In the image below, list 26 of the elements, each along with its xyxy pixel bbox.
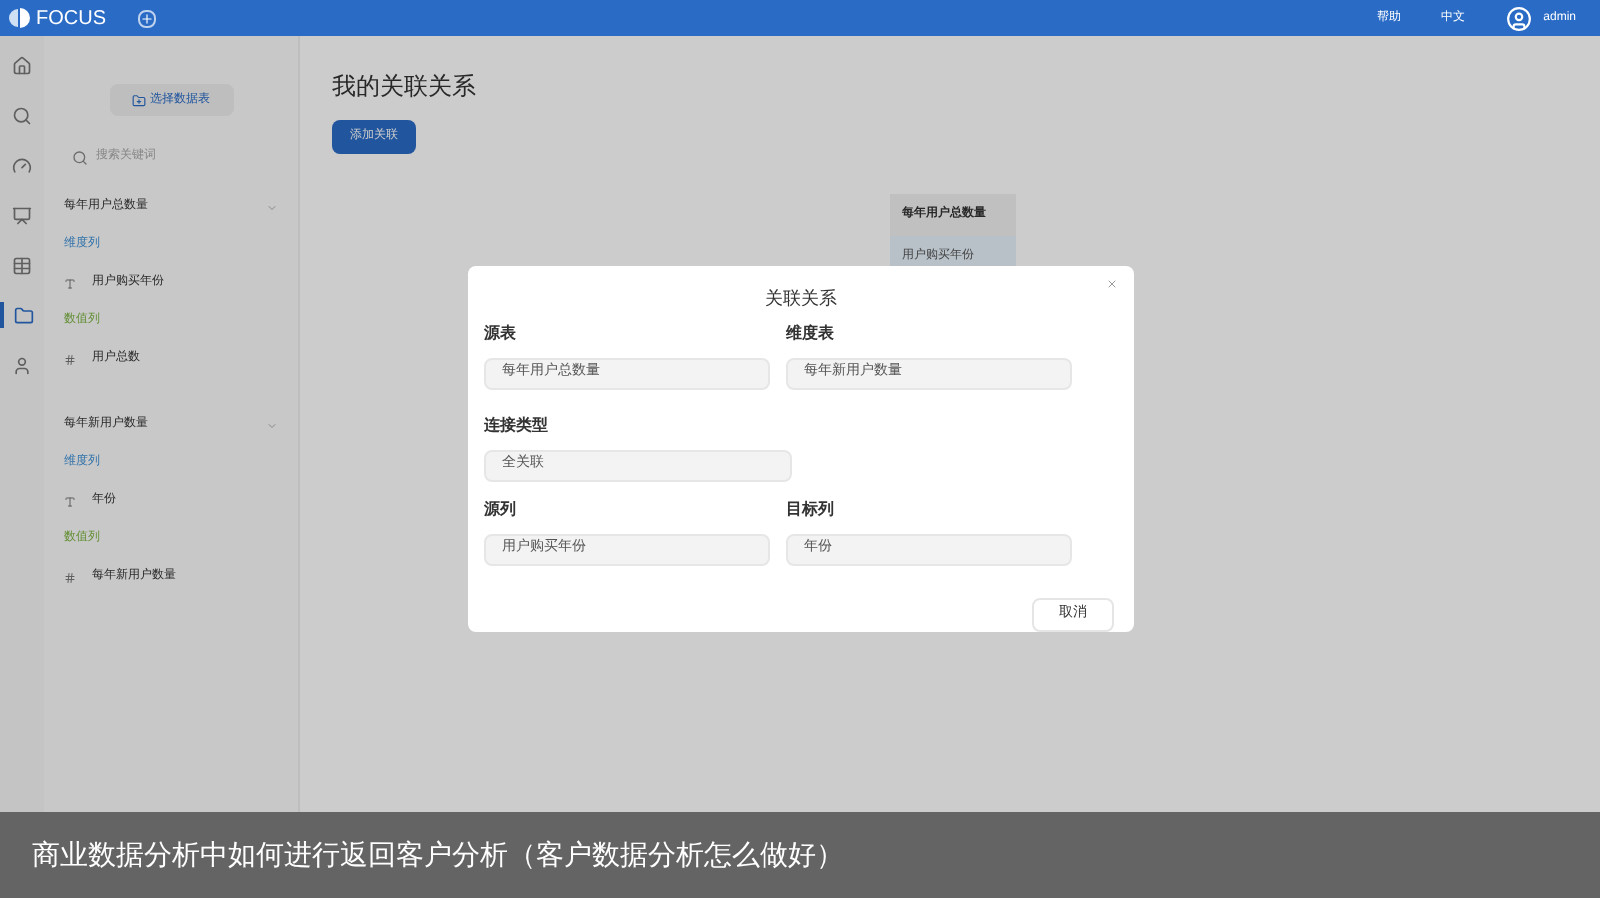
- add-tab-icon[interactable]: [138, 9, 156, 27]
- close-icon[interactable]: [1106, 278, 1118, 290]
- search-icon: [72, 149, 88, 165]
- number-icon: [64, 353, 76, 365]
- field-label: 连接类型: [484, 413, 550, 437]
- logo-icon: [8, 6, 32, 30]
- avatar-icon: [1505, 5, 1532, 31]
- field-label: 维度表: [786, 321, 836, 345]
- table-icon: [12, 255, 32, 275]
- text-icon: [64, 495, 76, 507]
- caption-text: 商业数据分析中如何进行返回客户分析（客户数据分析怎么做好）: [32, 836, 844, 874]
- text-icon: [64, 277, 76, 289]
- user-icon: [12, 355, 32, 375]
- dialog-title: 关联关系: [765, 286, 837, 312]
- folder-icon: [14, 305, 34, 325]
- gauge-icon: [12, 155, 32, 175]
- home-icon: [12, 55, 32, 75]
- field-label: 源列: [484, 497, 518, 521]
- folder-icon: [132, 93, 146, 107]
- search-icon: [12, 105, 32, 125]
- board-icon: [12, 205, 32, 225]
- field-label: 目标列: [786, 497, 836, 521]
- field-label: 源表: [484, 321, 518, 345]
- logo-text: FOCUS: [36, 5, 106, 33]
- page-title: 我的关联关系: [332, 70, 478, 104]
- number-icon: [64, 571, 76, 583]
